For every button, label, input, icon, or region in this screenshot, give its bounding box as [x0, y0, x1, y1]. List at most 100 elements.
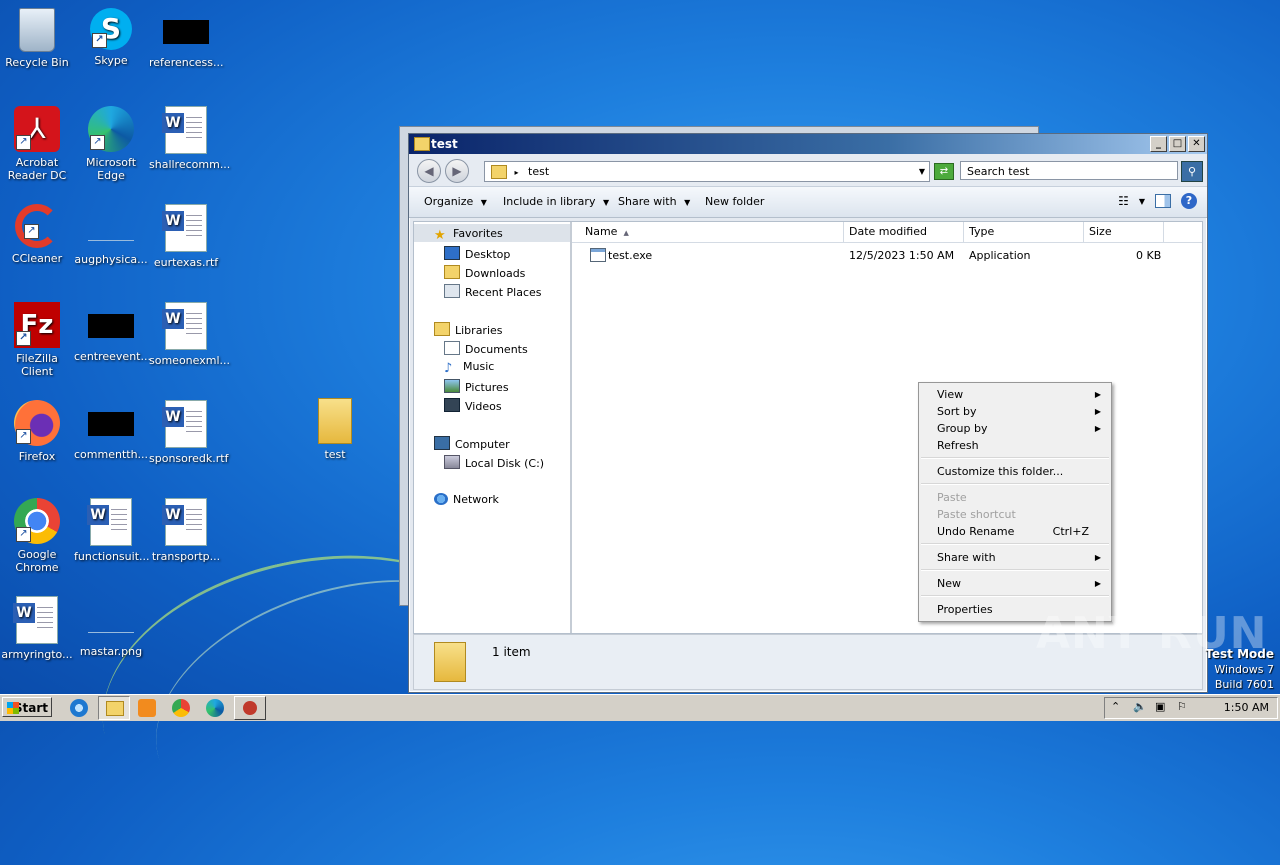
menu-item-paste[interactable]: Paste [937, 489, 1103, 506]
desktop-icon-recycle-bin[interactable]: Recycle Bin [0, 8, 74, 69]
app-taskbar-button[interactable] [234, 696, 266, 720]
desktop-icon-test-folder[interactable]: test [298, 398, 372, 461]
maximize-button[interactable]: □ [1169, 136, 1186, 152]
desktop-icon-label: Acrobat Reader DC [7, 156, 67, 182]
menu-item-share-with[interactable]: Share with ▶ [937, 549, 1103, 566]
nav-computer[interactable]: Computer [434, 436, 510, 451]
refresh-icon[interactable]: ⇄ [934, 163, 954, 180]
clock[interactable]: 1:50 AM [1224, 701, 1269, 714]
table-row[interactable]: test.exe 12/5/2023 1:50 AM Application 0… [572, 247, 1202, 265]
desktop-icon-armyringto[interactable]: armyringto... [0, 596, 74, 661]
chevron-down-icon[interactable]: ▼ [919, 162, 925, 181]
desktop-icon-transportp[interactable]: transportp... [149, 498, 223, 563]
close-button[interactable]: ✕ [1188, 136, 1205, 152]
organize-button[interactable]: Organize ▼ [424, 195, 487, 208]
volume-icon[interactable]: 🔈 [1133, 700, 1147, 713]
desktop-icon-commentth[interactable]: commentth... [74, 400, 148, 461]
column-size[interactable]: Size [1084, 222, 1164, 242]
navigation-pane[interactable]: ★ Favorites Desktop Downloads Recent Plac… [414, 222, 572, 633]
desktop-icon-ccleaner[interactable]: ↗ CCleaner [0, 204, 74, 265]
desktop-icon-shallrecomm[interactable]: shallrecomm... [149, 106, 230, 171]
media-player-icon[interactable] [138, 699, 156, 717]
desktop-icon-edge[interactable]: ↗ Microsoft Edge [74, 106, 148, 182]
flag-icon[interactable]: ⚐ [1177, 700, 1187, 713]
search-input[interactable]: Search test [960, 161, 1178, 180]
desktop-icon-label: Google Chrome [15, 548, 59, 574]
menu-item-refresh[interactable]: Refresh [937, 437, 1103, 454]
search-icon[interactable]: ⚲ [1181, 161, 1203, 182]
minimize-button[interactable]: _ [1150, 136, 1167, 152]
include-in-library-button[interactable]: Include in library ▼ [503, 195, 609, 208]
nav-music[interactable]: ♪ Music [444, 360, 494, 376]
desktop-icon-eurtexas[interactable]: eurtexas.rtf [149, 204, 223, 269]
desktop-icon-firefox[interactable]: ↗ Firefox [0, 400, 74, 463]
desktop-icon-label: FileZilla Client [16, 352, 58, 378]
menu-item-undo-rename[interactable]: Undo Rename Ctrl+Z [937, 523, 1103, 540]
desktop-icon-functionsuit[interactable]: functionsuit... [74, 498, 150, 563]
window-titlebar[interactable]: test _ □ ✕ [409, 134, 1207, 154]
start-button[interactable]: Start [2, 697, 52, 717]
desktop-icon-centreevent[interactable]: centreevent... [74, 302, 151, 363]
nav-recent-places[interactable]: Recent Places [444, 284, 542, 299]
desktop-icon-augphysica[interactable]: augphysica... [74, 204, 148, 266]
context-menu[interactable]: View ▶ Sort by ▶ Group by ▶ Refresh Customi… [918, 382, 1112, 622]
computer-icon [434, 436, 450, 450]
menu-item-paste-shortcut[interactable]: Paste shortcut [937, 506, 1103, 523]
application-icon [590, 248, 606, 262]
forward-button[interactable]: ▶ [445, 159, 469, 183]
command-bar: Organize ▼ Include in library ▼ Share wi… [409, 186, 1207, 218]
nav-pictures[interactable]: Pictures [444, 379, 509, 394]
desktop-icon-mastar[interactable]: mastar.png [74, 596, 148, 658]
menu-separator [921, 569, 1109, 571]
menu-item-customize-folder[interactable]: Customize this folder... [937, 463, 1103, 480]
chrome-icon[interactable] [172, 699, 190, 717]
column-name[interactable]: Name ▲ [580, 222, 844, 242]
menu-item-sort-by[interactable]: Sort by ▶ [937, 403, 1103, 420]
tray-expand-icon[interactable]: ⌃ [1111, 700, 1120, 713]
desktop-icon-label: mastar.png [79, 645, 143, 658]
share-with-button[interactable]: Share with ▼ [618, 195, 690, 208]
nav-local-disk[interactable]: Local Disk (C:) [444, 455, 544, 470]
edge-icon[interactable] [206, 699, 224, 717]
desktop-icon-skype[interactable]: S ↗ Skype [74, 8, 148, 67]
network-tray-icon[interactable]: ▣ [1155, 700, 1165, 713]
chevron-down-icon[interactable]: ▼ [1139, 197, 1145, 206]
menu-item-view[interactable]: View ▶ [937, 386, 1103, 403]
menu-item-new[interactable]: New ▶ [937, 575, 1103, 592]
desktop-icon-sponsoredk[interactable]: sponsoredk.rtf [149, 400, 228, 465]
desktop-icon-filezilla[interactable]: Fz ↗ FileZilla Client [0, 302, 74, 378]
nav-libraries[interactable]: Libraries [434, 322, 503, 337]
taskbar: Start ⌃ 🔈 ▣ ⚐ 1:50 AM [0, 694, 1280, 721]
nav-downloads[interactable]: Downloads [444, 265, 525, 280]
nav-network[interactable]: Network [434, 493, 499, 506]
help-icon[interactable]: ? [1181, 193, 1197, 209]
nav-documents[interactable]: Documents [444, 341, 528, 356]
breadcrumb-arrow-icon[interactable]: ▸ [515, 168, 519, 177]
desktop-icon-someonexml[interactable]: someonexml... [149, 302, 230, 367]
shortcut-hint: Ctrl+Z [1052, 525, 1089, 538]
filezilla-icon: Fz ↗ [14, 302, 60, 348]
preview-pane-icon[interactable] [1155, 194, 1171, 208]
back-button[interactable]: ◀ [417, 159, 441, 183]
view-options-icon[interactable]: ☷ [1118, 194, 1129, 208]
column-type[interactable]: Type [964, 222, 1084, 242]
shortcut-arrow-icon: ↗ [16, 331, 31, 346]
address-bar[interactable]: ▸ test ▼ [484, 161, 930, 182]
shortcut-arrow-icon: ↗ [16, 527, 31, 542]
desktop-icon-chrome[interactable]: ↗ Google Chrome [0, 498, 74, 574]
nav-videos[interactable]: Videos [444, 398, 502, 413]
breadcrumb[interactable]: test [528, 165, 549, 178]
explorer-taskbar-button[interactable] [98, 696, 130, 720]
nav-favorites[interactable]: ★ Favorites [434, 227, 503, 243]
desktop-icon-label: Firefox [18, 450, 56, 463]
column-headers: Name ▲ Date modified Type Size [572, 222, 1202, 243]
nav-desktop[interactable]: Desktop [444, 246, 510, 261]
new-folder-button[interactable]: New folder [705, 195, 764, 208]
desktop-icon-acrobat[interactable]: ⅄ ↗ Acrobat Reader DC [0, 106, 74, 182]
column-date-modified[interactable]: Date modified [844, 222, 964, 242]
submenu-arrow-icon: ▶ [1094, 553, 1101, 562]
submenu-arrow-icon: ▶ [1094, 390, 1101, 399]
ie-icon[interactable] [70, 699, 88, 717]
menu-item-group-by[interactable]: Group by ▶ [937, 420, 1103, 437]
desktop-icon-referencess[interactable]: referencess... [149, 8, 223, 69]
